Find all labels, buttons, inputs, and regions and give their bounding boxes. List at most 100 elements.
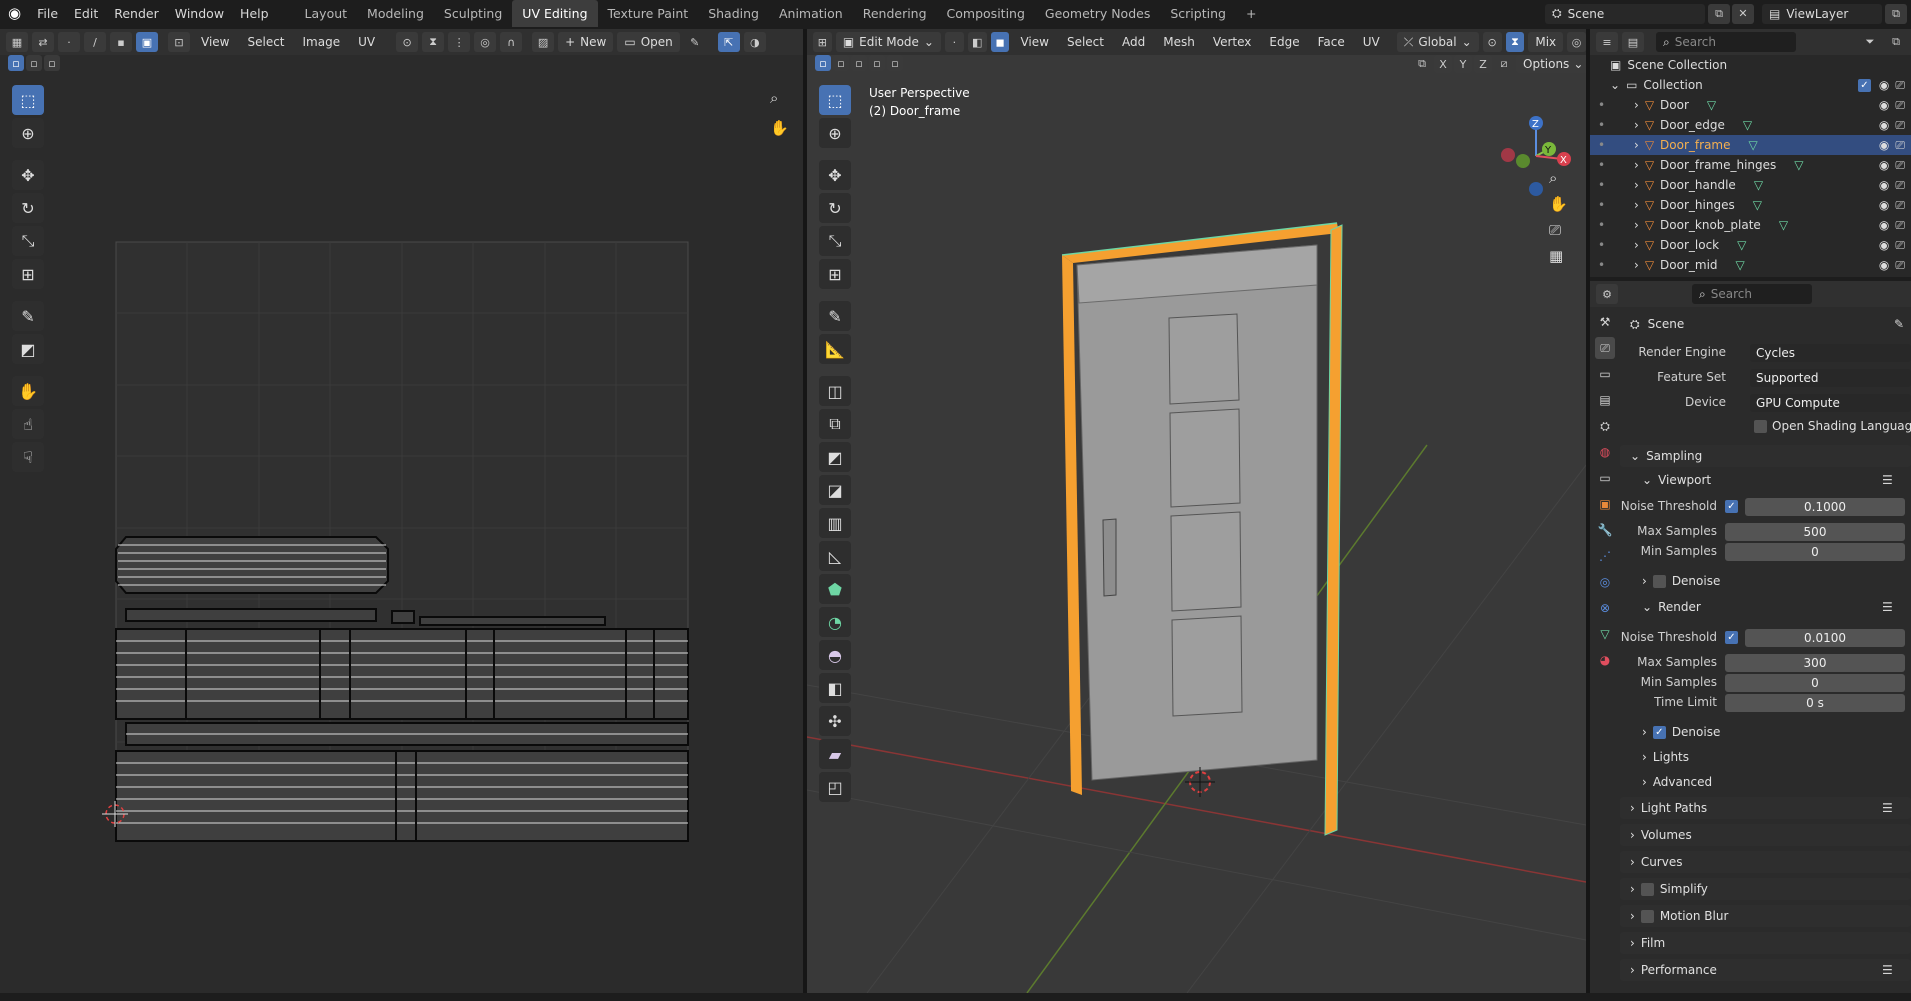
modifier-tab-icon[interactable]: 🔧 bbox=[1595, 519, 1615, 541]
world-tab-icon[interactable]: ◍ bbox=[1595, 441, 1615, 463]
vp-transform-tool-icon[interactable]: ⊞ bbox=[819, 259, 851, 289]
data-tab-icon[interactable]: ▽ bbox=[1595, 623, 1615, 645]
pan-icon[interactable]: ✋ bbox=[1549, 195, 1568, 213]
tab-layout[interactable]: Layout bbox=[295, 0, 358, 27]
render-engine-dropdown[interactable]: Cycles bbox=[1750, 344, 1911, 362]
render-icon[interactable]: ⎚ bbox=[1895, 98, 1905, 113]
outliner-item[interactable]: • › ▽ Door_handle ▽ ◉ ⎚ bbox=[1590, 175, 1911, 195]
select-dot-icon[interactable]: • bbox=[1598, 258, 1612, 272]
mode-selector[interactable]: ▣ Edit Mode ⌄ bbox=[835, 32, 941, 52]
knife-tool-icon[interactable]: ◺ bbox=[819, 541, 851, 571]
uv-canvas[interactable] bbox=[0, 29, 803, 993]
view-layer-tab-icon[interactable]: ▤ bbox=[1595, 389, 1615, 411]
select-dot-icon[interactable]: • bbox=[1598, 138, 1612, 152]
proportional-icon[interactable]: ◎ bbox=[1567, 32, 1586, 52]
tab-scripting[interactable]: Scripting bbox=[1160, 0, 1236, 27]
vp-menu-add[interactable]: Add bbox=[1115, 32, 1152, 52]
collection-tab-icon[interactable]: ▭ bbox=[1595, 467, 1615, 489]
vp-annotate-tool-icon[interactable]: ✎ bbox=[819, 301, 851, 331]
viewport-subheader[interactable]: ⌄ Viewport bbox=[1642, 473, 1711, 487]
vp-max-samples-field[interactable]: 500 bbox=[1725, 523, 1905, 541]
vp-denoise-checkbox[interactable] bbox=[1652, 575, 1666, 588]
vp-select-box-tool-icon[interactable]: ⬚ bbox=[819, 85, 851, 115]
visibility-icon[interactable]: ◉ bbox=[1879, 218, 1889, 232]
shrink-fatten-tool-icon[interactable]: ✣ bbox=[819, 706, 851, 736]
properties-editor-type-icon[interactable]: ⚙ bbox=[1596, 284, 1618, 304]
mesh-data-icon[interactable]: ▽ bbox=[1753, 198, 1762, 212]
visibility-icon[interactable]: ◉ bbox=[1879, 258, 1889, 272]
blender-logo-icon[interactable]: ◉ bbox=[0, 0, 29, 27]
filter-icon[interactable]: ⏷ bbox=[1859, 32, 1881, 52]
tab-texture-paint[interactable]: Texture Paint bbox=[598, 0, 699, 27]
tab-rendering[interactable]: Rendering bbox=[853, 0, 937, 27]
r-denoise-subheader[interactable]: › ✓ Denoise bbox=[1642, 725, 1720, 739]
camera-view-icon[interactable]: ⎚ bbox=[1549, 221, 1568, 239]
outliner-item[interactable]: • › ▽ Door ▽ ◉ ⎚ bbox=[1590, 95, 1911, 115]
render-tab-icon[interactable]: ⎚ bbox=[1595, 337, 1615, 359]
volumes-header[interactable]: › Volumes bbox=[1630, 828, 1692, 842]
select-dot-icon[interactable]: • bbox=[1598, 218, 1612, 232]
mesh-data-icon[interactable]: ▽ bbox=[1779, 218, 1788, 232]
mesh-data-icon[interactable]: ▽ bbox=[1749, 138, 1758, 152]
gizmo-neg-z-ball[interactable] bbox=[1529, 182, 1543, 196]
visibility-icon[interactable]: ◉ bbox=[1879, 98, 1889, 112]
inset-tool-icon[interactable]: ◩ bbox=[819, 442, 851, 472]
gizmo-neg-y-ball[interactable] bbox=[1516, 154, 1530, 168]
r-min-samples-field[interactable]: 0 bbox=[1725, 674, 1905, 692]
select-dot-icon[interactable]: • bbox=[1598, 158, 1612, 172]
new-scene-icon[interactable]: ⧉ bbox=[1708, 3, 1730, 24]
snap-mode-selector[interactable]: Mix bbox=[1528, 32, 1564, 52]
mesh-data-icon[interactable]: ▽ bbox=[1754, 178, 1763, 192]
menu-edit[interactable]: Edit bbox=[66, 0, 106, 27]
mesh-data-icon[interactable]: ▽ bbox=[1707, 98, 1716, 112]
mesh-data-icon[interactable]: ▽ bbox=[1737, 238, 1746, 252]
select-dot-icon[interactable]: • bbox=[1598, 98, 1612, 112]
time-limit-field[interactable]: 0 s bbox=[1725, 694, 1905, 712]
render-icon[interactable]: ⎚ bbox=[1895, 238, 1905, 253]
render-icon[interactable]: ⎚ bbox=[1895, 178, 1905, 193]
curves-header[interactable]: › Curves bbox=[1630, 855, 1682, 869]
vp-scale-tool-icon[interactable]: ⤡ bbox=[819, 226, 851, 256]
vp-menu-face[interactable]: Face bbox=[1311, 32, 1352, 52]
add-workspace-button[interactable]: + bbox=[1236, 0, 1266, 27]
outliner-item[interactable]: • › ▽ Door_knob_plate ▽ ◉ ⎚ bbox=[1590, 215, 1911, 235]
render-icon[interactable]: ⎚ bbox=[1895, 118, 1905, 133]
tab-shading[interactable]: Shading bbox=[698, 0, 769, 27]
tab-sculpting[interactable]: Sculpting bbox=[434, 0, 512, 27]
motion-blur-checkbox[interactable] bbox=[1640, 910, 1654, 923]
r-noise-threshold-field[interactable]: 0.0100 bbox=[1745, 629, 1905, 647]
vp-noise-threshold-field[interactable]: 0.1000 bbox=[1745, 498, 1905, 516]
motion-blur-header[interactable]: › Motion Blur bbox=[1630, 909, 1728, 923]
vp-min-samples-field[interactable]: 0 bbox=[1725, 543, 1905, 561]
render-icon[interactable]: ⎚ bbox=[1895, 218, 1905, 233]
render-icon[interactable]: ⎚ bbox=[1895, 158, 1905, 173]
add-cube-tool-icon[interactable]: ◫ bbox=[819, 376, 851, 406]
advanced-subheader[interactable]: › Advanced bbox=[1642, 775, 1712, 789]
edge-mode-icon[interactable]: ◧ bbox=[967, 32, 987, 52]
tab-animation[interactable]: Animation bbox=[769, 0, 853, 27]
visibility-icon[interactable]: ◉ bbox=[1879, 158, 1889, 172]
feature-set-dropdown[interactable]: Supported bbox=[1750, 369, 1911, 387]
expand-icon[interactable]: › bbox=[1634, 98, 1639, 112]
r-denoise-checkbox[interactable]: ✓ bbox=[1652, 726, 1666, 739]
simplify-header[interactable]: › Simplify bbox=[1630, 882, 1708, 896]
smooth-tool-icon[interactable]: ◓ bbox=[819, 640, 851, 670]
menu-file[interactable]: File bbox=[29, 0, 66, 27]
expand-icon[interactable]: › bbox=[1634, 118, 1639, 132]
spin-tool-icon[interactable]: ◔ bbox=[819, 607, 851, 637]
sampling-header[interactable]: ⌄ Sampling bbox=[1630, 449, 1702, 463]
measure-tool-icon[interactable]: 📐 bbox=[819, 334, 851, 364]
select-dot-icon[interactable]: • bbox=[1598, 198, 1612, 212]
extrude-tool-icon[interactable]: ⧉ bbox=[819, 409, 851, 439]
expand-icon[interactable]: › bbox=[1634, 198, 1639, 212]
tab-geometry-nodes[interactable]: Geometry Nodes bbox=[1035, 0, 1160, 27]
ortho-toggle-icon[interactable]: ▦ bbox=[1549, 247, 1568, 265]
tab-modeling[interactable]: Modeling bbox=[357, 0, 434, 27]
expand-icon[interactable]: › bbox=[1634, 158, 1639, 172]
render-subheader[interactable]: ⌄ Render bbox=[1642, 600, 1701, 614]
expand-icon[interactable]: ⌄ bbox=[1610, 78, 1620, 92]
select-dot-icon[interactable]: • bbox=[1598, 178, 1612, 192]
expand-icon[interactable]: › bbox=[1634, 178, 1639, 192]
orientation-selector[interactable]: ⤫ Global ⌄ bbox=[1396, 32, 1479, 52]
outliner-item[interactable]: • › ▽ Door_frame ▽ ◉ ⎚ bbox=[1590, 135, 1911, 155]
